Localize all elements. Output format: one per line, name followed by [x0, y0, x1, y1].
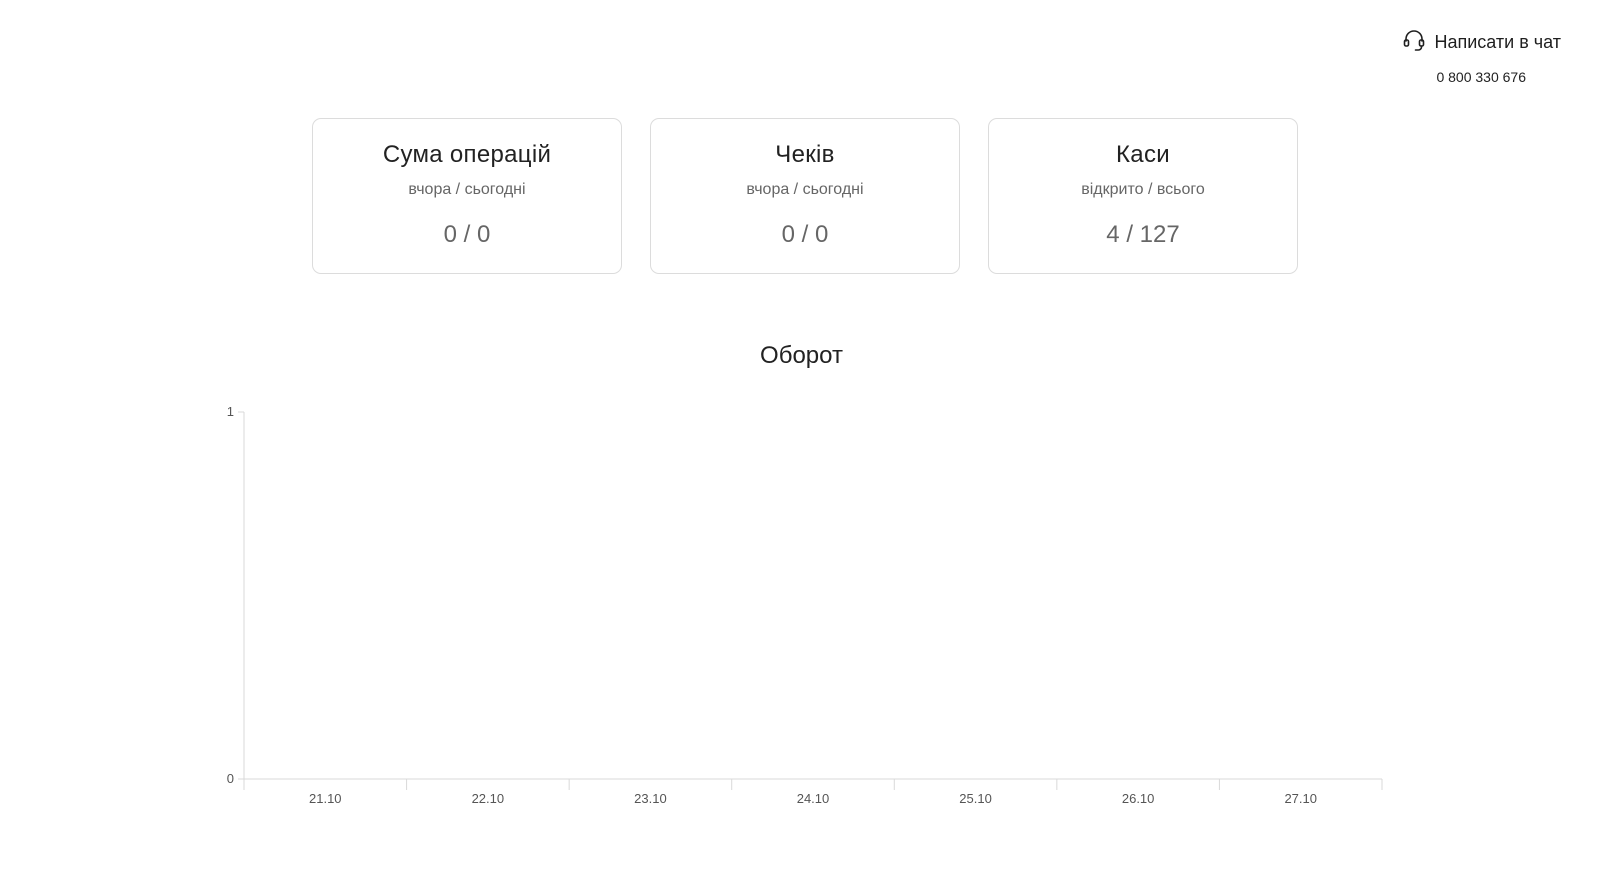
card-subtitle: вчора / сьогодні — [746, 181, 864, 198]
stat-card-registers: Каси відкрито / всього 4 / 127 — [988, 118, 1298, 274]
x-tick-label: 21.10 — [309, 791, 342, 806]
chat-link-label: Написати в чат — [1434, 32, 1561, 52]
headset-icon — [1402, 28, 1426, 57]
x-tick-label: 27.10 — [1284, 791, 1317, 806]
card-value: 0 / 0 — [443, 221, 491, 248]
support-block: Написати в чат 0 800 330 676 — [1361, 28, 1561, 85]
chart-title: Оборот — [760, 342, 843, 369]
y-tick-label: 1 — [227, 404, 234, 419]
support-phone[interactable]: 0 800 330 676 — [1361, 69, 1526, 85]
stats-cards: Сума операцій вчора / сьогодні 0 / 0 Чек… — [312, 118, 1298, 274]
chat-link[interactable]: Написати в чат — [1402, 28, 1561, 57]
card-title: Сума операцій — [382, 141, 552, 168]
card-title: Каси — [1116, 141, 1170, 168]
card-value: 4 / 127 — [1106, 221, 1180, 248]
stat-card-receipts: Чеків вчора / сьогодні 0 / 0 — [650, 118, 960, 274]
y-tick-label: 0 — [227, 771, 234, 786]
stat-card-operations-sum: Сума операцій вчора / сьогодні 0 / 0 — [312, 118, 622, 274]
card-subtitle: відкрито / всього — [1081, 181, 1205, 198]
x-tick-label: 25.10 — [959, 791, 992, 806]
x-tick-label: 26.10 — [1122, 791, 1155, 806]
card-title: Чеків — [775, 141, 835, 168]
card-subtitle: вчора / сьогодні — [408, 181, 526, 198]
card-value: 0 / 0 — [781, 221, 829, 248]
x-tick-label: 22.10 — [472, 791, 505, 806]
x-tick-label: 23.10 — [634, 791, 667, 806]
x-tick-label: 24.10 — [797, 791, 830, 806]
